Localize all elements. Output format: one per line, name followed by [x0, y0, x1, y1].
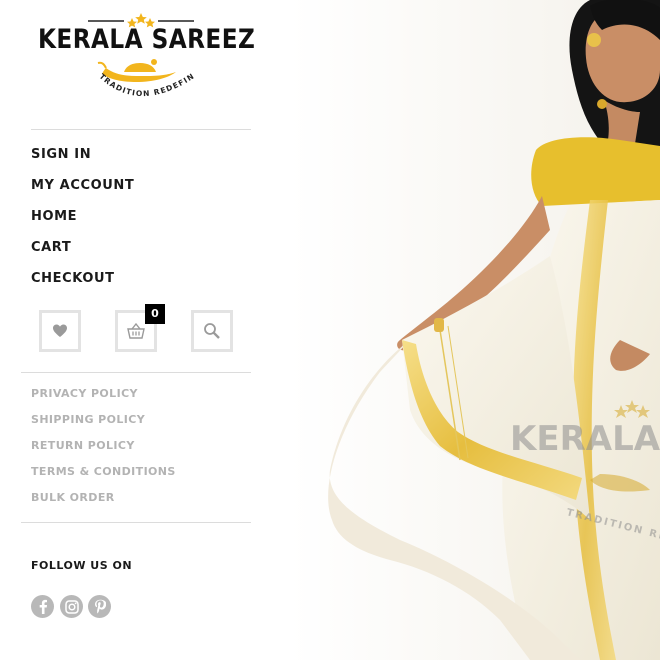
basket-icon: [127, 323, 145, 339]
policy-navigation: PRIVACY POLICY SHIPPING POLICY RETURN PO…: [31, 384, 176, 514]
model-in-kasavu-saree-image: KERALA SAREEZ TRADITION REDEFINED: [290, 0, 660, 660]
nav-my-account[interactable]: MY ACCOUNT: [31, 174, 134, 205]
search-icon: [204, 323, 220, 339]
quick-actions: 0: [39, 304, 239, 354]
link-bulk-order[interactable]: BULK ORDER: [31, 488, 176, 514]
cart-count-badge: 0: [145, 304, 165, 324]
link-shipping-policy[interactable]: SHIPPING POLICY: [31, 410, 176, 436]
svg-text:TRADITION REDEFINED: TRADITION REDEFINED: [36, 8, 196, 98]
main-navigation: SIGN IN MY ACCOUNT HOME CART CHECKOUT: [31, 143, 134, 298]
svg-text:KERALA SAREEZ: KERALA SAREEZ: [510, 419, 660, 459]
divider: [21, 372, 251, 373]
wishlist-button[interactable]: [39, 310, 81, 352]
pinterest-icon[interactable]: [88, 595, 111, 618]
divider: [21, 522, 251, 523]
sidebar: KERALA SAREEZ TRADITION REDEFINED SIGN I…: [0, 0, 290, 660]
nav-cart[interactable]: CART: [31, 236, 134, 267]
link-terms-conditions[interactable]: TERMS & CONDITIONS: [31, 462, 176, 488]
logo-boat-icon: TRADITION REDEFINED: [36, 8, 196, 98]
nav-checkout[interactable]: CHECKOUT: [31, 267, 134, 298]
hero-banner-image[interactable]: KERALA SAREEZ TRADITION REDEFINED: [290, 0, 660, 660]
heart-icon: [53, 324, 67, 337]
search-button[interactable]: [191, 310, 233, 352]
brand-logo[interactable]: KERALA SAREEZ TRADITION REDEFINED: [36, 8, 255, 108]
divider: [31, 129, 251, 130]
instagram-icon[interactable]: [60, 595, 83, 618]
facebook-icon[interactable]: [31, 595, 54, 618]
link-return-policy[interactable]: RETURN POLICY: [31, 436, 176, 462]
link-privacy-policy[interactable]: PRIVACY POLICY: [31, 384, 176, 410]
brand-tagline: TRADITION REDEFINED: [36, 8, 195, 98]
nav-sign-in[interactable]: SIGN IN: [31, 143, 134, 174]
nav-home[interactable]: HOME: [31, 205, 134, 236]
follow-us-heading: FOLLOW US ON: [31, 559, 133, 572]
